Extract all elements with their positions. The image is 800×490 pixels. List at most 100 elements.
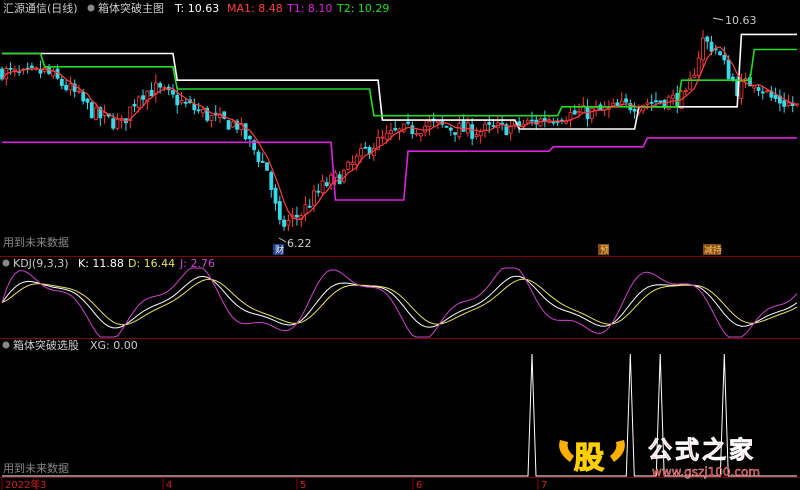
candle[interactable] xyxy=(568,105,573,128)
settings-dot-icon[interactable] xyxy=(87,4,95,12)
candle[interactable] xyxy=(671,89,675,105)
candle[interactable] xyxy=(42,67,47,74)
candle[interactable] xyxy=(209,114,214,128)
candle[interactable] xyxy=(453,132,457,142)
candle[interactable] xyxy=(701,29,705,69)
kdj-plot[interactable] xyxy=(1,267,798,338)
candle[interactable] xyxy=(102,104,107,124)
candle[interactable] xyxy=(307,199,312,209)
candle[interactable] xyxy=(248,134,252,148)
candle[interactable] xyxy=(508,120,513,141)
candle[interactable] xyxy=(243,123,248,141)
candle[interactable] xyxy=(778,89,782,112)
candle[interactable] xyxy=(718,50,722,57)
candle[interactable] xyxy=(252,138,257,156)
candle[interactable] xyxy=(448,126,453,136)
candle[interactable] xyxy=(530,111,534,126)
candle[interactable] xyxy=(295,206,299,226)
candle[interactable] xyxy=(752,85,757,93)
candle[interactable] xyxy=(504,122,509,136)
candle[interactable] xyxy=(299,212,304,228)
candle[interactable] xyxy=(230,120,235,129)
candle[interactable] xyxy=(269,170,274,198)
candle[interactable] xyxy=(226,119,231,130)
candle[interactable] xyxy=(51,68,56,79)
candle[interactable] xyxy=(495,115,500,134)
candle[interactable] xyxy=(205,105,210,123)
candle[interactable] xyxy=(624,93,628,108)
candle[interactable] xyxy=(213,105,218,122)
candle[interactable] xyxy=(393,120,398,132)
candle[interactable] xyxy=(649,94,654,111)
candle[interactable] xyxy=(790,96,795,113)
candle[interactable] xyxy=(474,127,479,140)
candle[interactable] xyxy=(72,79,77,98)
candle[interactable] xyxy=(346,160,351,171)
candle[interactable] xyxy=(483,119,487,138)
candle[interactable] xyxy=(615,98,620,107)
candle[interactable] xyxy=(418,132,423,142)
candle[interactable] xyxy=(350,155,355,170)
candle[interactable] xyxy=(705,35,710,50)
candle[interactable] xyxy=(363,142,368,149)
candle[interactable] xyxy=(239,117,244,137)
candle[interactable] xyxy=(589,106,594,124)
candle[interactable] xyxy=(722,46,727,65)
flag-yu[interactable]: 预 xyxy=(598,244,609,256)
candle[interactable] xyxy=(632,102,637,119)
candle[interactable] xyxy=(602,101,607,117)
candle[interactable] xyxy=(166,84,171,96)
candle[interactable] xyxy=(521,119,526,130)
candle[interactable] xyxy=(192,98,197,115)
candle[interactable] xyxy=(692,68,697,79)
candle[interactable] xyxy=(303,196,308,222)
candle[interactable] xyxy=(132,99,137,113)
candle[interactable] xyxy=(286,214,291,231)
candle[interactable] xyxy=(662,99,667,110)
candle[interactable] xyxy=(414,129,419,137)
candle[interactable] xyxy=(380,130,385,144)
candle[interactable] xyxy=(141,89,145,106)
candle[interactable] xyxy=(273,184,278,211)
candle[interactable] xyxy=(555,117,560,127)
candle[interactable] xyxy=(397,127,402,141)
candle[interactable] xyxy=(500,116,504,131)
candle[interactable] xyxy=(149,82,154,97)
candle[interactable] xyxy=(153,74,158,103)
candle[interactable] xyxy=(171,84,175,99)
main-plot[interactable] xyxy=(0,29,799,231)
candle[interactable] xyxy=(282,215,286,231)
candle[interactable] xyxy=(175,86,180,114)
candle[interactable] xyxy=(265,162,269,171)
candle[interactable] xyxy=(470,117,475,146)
xg-settings-dot-icon[interactable] xyxy=(2,341,10,349)
candle[interactable] xyxy=(320,174,325,197)
candle[interactable] xyxy=(68,76,73,96)
chart-canvas[interactable]: 汇源通信(日线) 箱体突破主图 T: 10.63 MA1: 8.48 T1: 8… xyxy=(0,0,800,490)
candle[interactable] xyxy=(59,76,64,90)
candle[interactable] xyxy=(756,84,761,97)
candle[interactable] xyxy=(782,92,787,113)
kdj-settings-dot-icon[interactable] xyxy=(2,259,10,267)
flag-jianchi[interactable]: 减持 xyxy=(703,244,722,256)
candle[interactable] xyxy=(260,152,265,163)
candle[interactable] xyxy=(410,121,415,139)
candle[interactable] xyxy=(427,115,432,136)
candle[interactable] xyxy=(277,195,282,225)
candle[interactable] xyxy=(542,110,547,128)
candle[interactable] xyxy=(444,125,449,129)
candle[interactable] xyxy=(594,100,599,117)
flag-cai[interactable]: 财 xyxy=(273,244,284,256)
candle[interactable] xyxy=(316,183,321,197)
candle[interactable] xyxy=(64,79,69,92)
candle[interactable] xyxy=(85,98,90,110)
candle[interactable] xyxy=(367,145,372,159)
candle[interactable] xyxy=(324,177,329,188)
candle[interactable] xyxy=(25,62,30,74)
candle[interactable] xyxy=(119,115,124,129)
candle[interactable] xyxy=(547,116,551,124)
candle[interactable] xyxy=(581,96,586,114)
candle[interactable] xyxy=(641,104,646,115)
candle[interactable] xyxy=(769,85,774,101)
candle[interactable] xyxy=(337,171,342,185)
